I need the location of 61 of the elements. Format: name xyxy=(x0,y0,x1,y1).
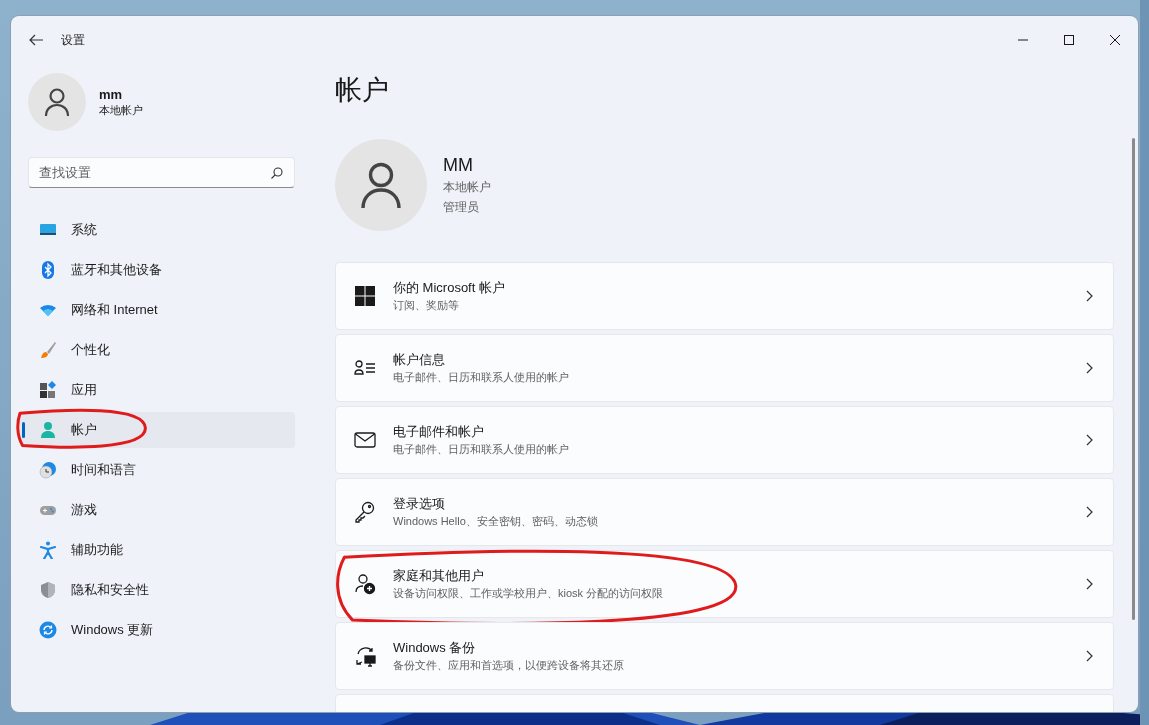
chevron-right-icon xyxy=(1086,578,1093,590)
settings-card[interactable]: 你的 Microsoft 帐户 订阅、奖励等 xyxy=(335,262,1114,330)
person-icon xyxy=(360,162,402,208)
update-icon xyxy=(39,621,57,639)
search-field[interactable]: 查找设置 xyxy=(28,157,295,188)
back-arrow-icon[interactable] xyxy=(29,34,43,46)
card-subtitle: 订阅、奖励等 xyxy=(393,298,460,313)
accessibility-icon xyxy=(39,541,57,559)
person-icon xyxy=(44,88,70,116)
card-subtitle: 备份文件、应用和首选项，以便跨设备将其还原 xyxy=(393,658,624,673)
windows-logo-icon xyxy=(354,285,376,307)
nav-item[interactable]: 个性化 xyxy=(20,332,295,368)
card-subtitle: 设备访问权限、工作或学校用户、kiosk 分配的访问权限 xyxy=(393,586,664,601)
card-subtitle: 电子邮件、日历和联系人使用的帐户 xyxy=(393,370,569,385)
card-title: 电子邮件和帐户 xyxy=(393,423,485,441)
card-title: Windows 备份 xyxy=(393,639,477,657)
bluetooth-icon xyxy=(39,261,57,279)
nav-item[interactable]: 系统 xyxy=(20,212,295,248)
maximize-icon xyxy=(1064,35,1074,45)
backup-icon xyxy=(354,645,376,667)
nav-item[interactable]: 辅助功能 xyxy=(20,532,295,568)
profile-detail: 本地帐户 xyxy=(443,179,491,196)
settings-card[interactable]: 电子邮件和帐户 电子邮件、日历和联系人使用的帐户 xyxy=(335,406,1114,474)
settings-card[interactable]: 登录选项 Windows Hello、安全密钥、密码、动态锁 xyxy=(335,478,1114,546)
card-title: 登录选项 xyxy=(393,495,446,513)
window-title: 设置 xyxy=(61,32,85,49)
chevron-right-icon xyxy=(1086,290,1093,302)
nav-item[interactable]: 网络和 Internet xyxy=(20,292,295,328)
settings-card[interactable]: 帐户信息 电子邮件、日历和联系人使用的帐户 xyxy=(335,334,1114,402)
globe-clock-icon xyxy=(39,461,57,479)
user-name: mm xyxy=(99,86,124,103)
card-subtitle: 电子邮件、日历和联系人使用的帐户 xyxy=(393,442,569,457)
nav-item[interactable]: 应用 xyxy=(20,372,295,408)
chevron-right-icon xyxy=(1086,434,1093,446)
chevron-right-icon xyxy=(1086,506,1093,518)
search-icon xyxy=(271,167,283,179)
person-icon xyxy=(39,421,57,439)
key-icon xyxy=(354,501,376,523)
scrollbar[interactable] xyxy=(1132,138,1135,620)
settings-card[interactable]: Windows 备份 备份文件、应用和首选项，以便跨设备将其还原 xyxy=(335,622,1114,690)
card-title: 家庭和其他用户 xyxy=(393,567,485,585)
shield-icon xyxy=(39,581,57,599)
person-add-icon xyxy=(354,573,376,595)
nav-item[interactable]: Windows 更新 xyxy=(20,612,295,648)
account-type: 本地帐户 xyxy=(99,103,143,118)
nav-item[interactable]: 时间和语言 xyxy=(20,452,295,488)
nav-item[interactable]: 隐私和安全性 xyxy=(20,572,295,608)
nav-item[interactable]: 游戏 xyxy=(20,492,295,528)
card-subtitle: Windows Hello、安全密钥、密码、动态锁 xyxy=(393,514,598,529)
card-title: 你的 Microsoft 帐户 xyxy=(393,279,505,297)
close-icon xyxy=(1110,35,1120,45)
apps-icon xyxy=(39,381,57,399)
profile-name: MM xyxy=(443,154,474,177)
brush-icon xyxy=(39,341,57,359)
page-title: 帐户 xyxy=(335,74,390,107)
nav-item[interactable]: 蓝牙和其他设备 xyxy=(20,252,295,288)
mail-icon xyxy=(354,429,376,451)
chevron-right-icon xyxy=(1086,650,1093,662)
profile-detail: 管理员 xyxy=(443,199,480,216)
card-title: 帐户信息 xyxy=(393,351,446,369)
chevron-right-icon xyxy=(1086,362,1093,374)
